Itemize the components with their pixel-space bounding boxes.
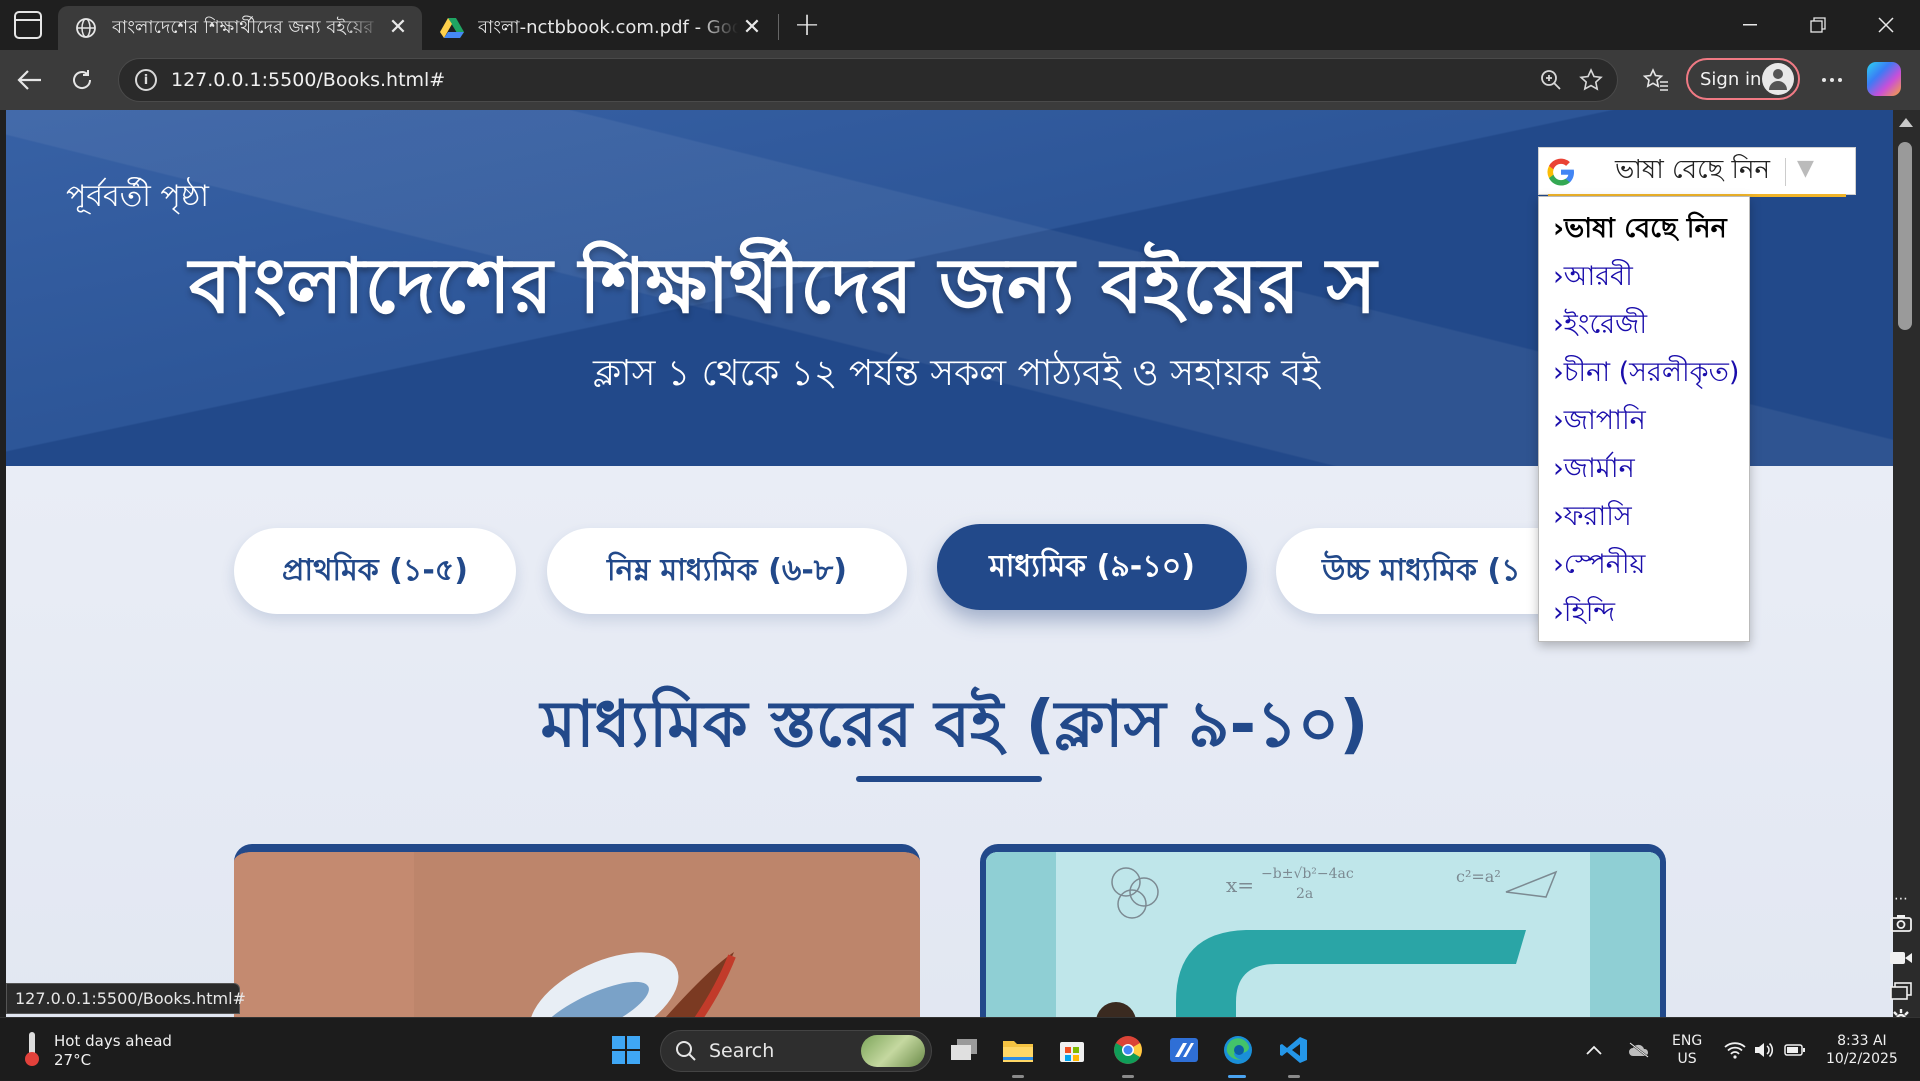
- weather-title: Hot days ahead: [54, 1032, 172, 1050]
- weather-widget[interactable]: Hot days ahead 27°C: [22, 1032, 172, 1070]
- avatar-icon: [1762, 63, 1794, 95]
- language-option-english[interactable]: ›ইংরেজী: [1539, 305, 1749, 353]
- camera-icon[interactable]: [1886, 910, 1916, 940]
- site-info-icon[interactable]: i: [135, 69, 157, 91]
- level-tab-lower-secondary[interactable]: নিম্ন মাধ্যমিক (৬-৮): [547, 528, 907, 614]
- translate-select-label: ভাষা বেছে নিন: [1615, 155, 1771, 185]
- more-options-icon[interactable]: [1812, 60, 1852, 100]
- svg-text:2a: 2a: [1296, 886, 1313, 902]
- restore-button[interactable]: [1784, 0, 1852, 50]
- sign-in-button[interactable]: Sign in: [1686, 58, 1800, 100]
- refresh-icon[interactable]: [62, 60, 102, 100]
- book-cover-image: x= −b±√b²−4ac 2a c²=a²: [986, 852, 1660, 1017]
- volume-icon[interactable]: [1754, 1018, 1774, 1081]
- close-window-button[interactable]: [1852, 0, 1920, 50]
- tab-title: বাংলাদেশের শিক্ষার্থীদের জন্য বইয়ের: [112, 16, 374, 38]
- scrollbar-thumb[interactable]: [1898, 142, 1912, 330]
- cloud-offline-icon[interactable]: [1628, 1018, 1650, 1081]
- svg-text:c²=a²: c²=a²: [1456, 867, 1501, 886]
- translate-language-select[interactable]: ভাষা বেছে নিন ▼: [1538, 147, 1856, 195]
- microsoft-store-icon[interactable]: [1050, 1028, 1094, 1072]
- window-snip-icon[interactable]: [1886, 978, 1916, 1008]
- globe-icon: [74, 16, 98, 40]
- language-code: ENG: [1672, 1032, 1703, 1049]
- remote-app-icon[interactable]: [1162, 1028, 1206, 1072]
- google-logo-icon: [1545, 156, 1577, 192]
- battery-icon[interactable]: [1784, 1018, 1806, 1081]
- link-status-bar: 127.0.0.1:5500/Books.html#: [6, 983, 246, 1014]
- copilot-icon[interactable]: [1867, 62, 1901, 96]
- clock-time: 8:33 AI: [1837, 1032, 1887, 1049]
- book-card[interactable]: x= −b±√b²−4ac 2a c²=a²: [980, 844, 1666, 1017]
- start-button[interactable]: [604, 1028, 648, 1072]
- file-explorer-icon[interactable]: [996, 1028, 1040, 1078]
- language-option-hindi[interactable]: ›হিন্দি: [1539, 593, 1749, 641]
- language-option-default[interactable]: ›ভাষা বেছে নিন: [1539, 209, 1749, 257]
- search-label: Search: [709, 1040, 775, 1062]
- sign-in-label: Sign in: [1700, 68, 1762, 90]
- windows-logo-icon: [612, 1036, 640, 1064]
- language-option-japanese[interactable]: ›জাপানি: [1539, 401, 1749, 449]
- language-option-german[interactable]: ›জার্মান: [1539, 449, 1749, 497]
- section-title: মাধ্যমিক স্তরের বই (ক্লাস ৯-১০): [540, 688, 1369, 762]
- svg-text:x=: x=: [1226, 873, 1254, 897]
- keyboard-region: US: [1677, 1050, 1697, 1067]
- tab-divider: [778, 14, 779, 40]
- edge-icon[interactable]: [1216, 1028, 1260, 1078]
- svg-text:−b±√b²−4ac: −b±√b²−4ac: [1261, 866, 1354, 882]
- taskbar-search[interactable]: Search: [660, 1030, 932, 1072]
- close-tab-icon[interactable]: ✕: [384, 14, 412, 42]
- windows-taskbar: Hot days ahead 27°C Search ENG US 8:33 A…: [0, 1017, 1920, 1080]
- close-tab-icon[interactable]: ✕: [738, 14, 766, 42]
- clock-date: 10/2/2025: [1826, 1050, 1898, 1067]
- translate-language-menu: ›ভাষা বেছে নিন ›আরবী ›ইংরেজী ›চীনা (সরলী…: [1538, 196, 1750, 642]
- chrome-icon[interactable]: [1106, 1028, 1150, 1078]
- browser-titlebar: বাংলাদেশের শিক্ষার্থীদের জন্য বইয়ের ✕ ব…: [0, 0, 1920, 50]
- tab-books-page[interactable]: বাংলাদেশের শিক্ষার্থীদের জন্য বইয়ের ✕: [58, 6, 422, 50]
- address-bar[interactable]: i 127.0.0.1:5500/Books.html#: [118, 58, 1618, 102]
- language-option-french[interactable]: ›ফরাসি: [1539, 497, 1749, 545]
- vscode-icon[interactable]: [1272, 1028, 1316, 1078]
- favorite-star-icon[interactable]: [1571, 60, 1611, 100]
- back-arrow-icon[interactable]: [10, 60, 50, 100]
- tab-actions-icon[interactable]: [14, 11, 42, 39]
- task-view-icon[interactable]: [942, 1028, 986, 1072]
- translate-divider: [1785, 158, 1786, 186]
- show-hidden-icons-chevron-icon[interactable]: [1586, 1018, 1602, 1081]
- language-option-chinese[interactable]: ›চীনা (সরলীকৃত): [1539, 353, 1749, 401]
- language-option-arabic[interactable]: ›আরবী: [1539, 257, 1749, 305]
- dropdown-arrow-icon[interactable]: ▼: [1797, 156, 1814, 181]
- thermometer-icon: [22, 1032, 42, 1066]
- video-record-icon[interactable]: [1886, 944, 1916, 974]
- book-card[interactable]: [234, 844, 920, 1017]
- level-tab-secondary[interactable]: মাধ্যমিক (৯-১০): [937, 524, 1247, 610]
- weather-temperature: 27°C: [54, 1051, 92, 1069]
- level-tab-primary[interactable]: প্রাথমিক (১-৫): [234, 528, 516, 614]
- minimize-button[interactable]: [1716, 0, 1784, 50]
- browser-toolbar: i 127.0.0.1:5500/Books.html# Sign in: [0, 50, 1920, 110]
- tab-title: বাংলা-nctbbook.com.pdf - Google: [478, 16, 738, 38]
- input-language-indicator[interactable]: ENG US: [1672, 1018, 1702, 1081]
- back-link[interactable]: পূর্ববর্তী পৃষ্ঠা: [66, 172, 209, 223]
- book-cover-image: [234, 852, 920, 1017]
- zoom-icon[interactable]: [1531, 60, 1571, 100]
- section-underline: [856, 776, 1042, 782]
- google-drive-icon: [440, 16, 464, 40]
- url-text[interactable]: 127.0.0.1:5500/Books.html#: [171, 69, 1531, 91]
- search-highlight-image: [861, 1035, 925, 1067]
- search-icon: [676, 1041, 696, 1061]
- wifi-icon[interactable]: [1724, 1018, 1746, 1081]
- tab-pdf-drive[interactable]: বাংলা-nctbbook.com.pdf - Google ✕: [424, 6, 776, 50]
- clock[interactable]: 8:33 AI 10/2/2025: [1826, 1018, 1898, 1081]
- new-tab-button[interactable]: +: [790, 8, 824, 42]
- scroll-up-arrow-icon[interactable]: [1899, 118, 1913, 127]
- favorites-icon[interactable]: [1636, 60, 1676, 100]
- language-option-spanish[interactable]: ›স্পেনীয়: [1539, 545, 1749, 593]
